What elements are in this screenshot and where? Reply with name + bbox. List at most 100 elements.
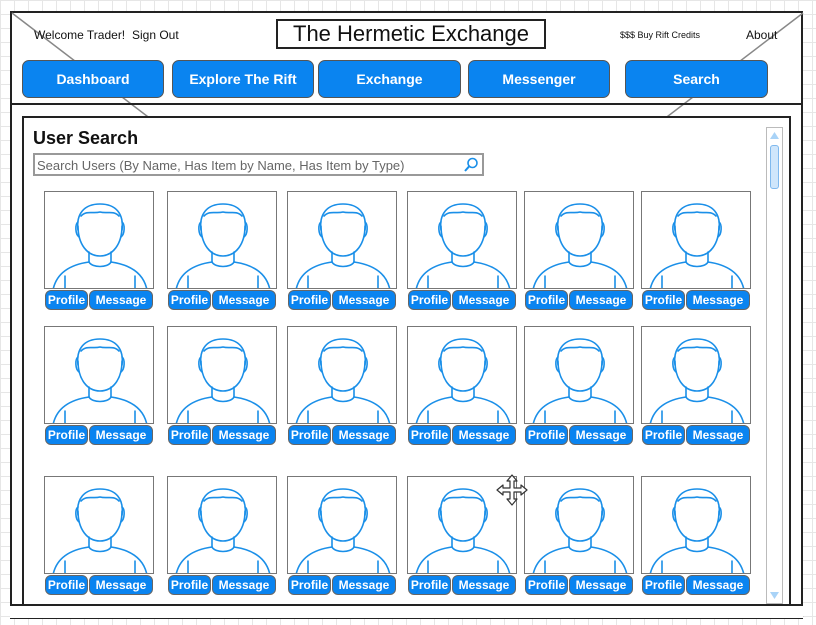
- user-avatar[interactable]: [167, 191, 277, 289]
- user-avatar-icon: [175, 488, 271, 573]
- nav-explore-rift-button[interactable]: Explore The Rift: [172, 60, 314, 98]
- message-button[interactable]: Message: [686, 575, 750, 595]
- user-avatar[interactable]: [44, 326, 154, 424]
- profile-button[interactable]: Profile: [45, 425, 88, 445]
- scroll-up-arrow-icon[interactable]: [768, 129, 781, 143]
- user-avatar[interactable]: [641, 476, 751, 574]
- user-avatar[interactable]: [44, 476, 154, 574]
- user-avatar-icon: [295, 203, 391, 288]
- profile-button[interactable]: Profile: [525, 290, 568, 310]
- user-avatar-icon: [532, 203, 628, 288]
- profile-button[interactable]: Profile: [168, 290, 211, 310]
- user-avatar-icon: [649, 203, 745, 288]
- user-result-card: Profile Message: [44, 191, 156, 313]
- profile-button[interactable]: Profile: [45, 290, 88, 310]
- nav-messenger-button[interactable]: Messenger: [468, 60, 610, 98]
- message-button[interactable]: Message: [332, 290, 396, 310]
- user-result-card: Profile Message: [167, 476, 279, 598]
- user-avatar[interactable]: [641, 191, 751, 289]
- user-avatar-icon: [175, 338, 271, 423]
- profile-button[interactable]: Profile: [642, 425, 685, 445]
- scroll-thumb[interactable]: [770, 145, 779, 189]
- scroll-down-arrow-icon[interactable]: [768, 588, 781, 602]
- user-avatar-icon: [532, 488, 628, 573]
- sign-out-link[interactable]: Sign Out: [132, 28, 179, 42]
- profile-button[interactable]: Profile: [642, 290, 685, 310]
- message-button[interactable]: Message: [212, 575, 276, 595]
- search-input[interactable]: [37, 156, 457, 174]
- header-divider: [10, 103, 803, 105]
- message-button[interactable]: Message: [452, 425, 516, 445]
- message-button[interactable]: Message: [569, 290, 633, 310]
- message-button[interactable]: Message: [89, 290, 153, 310]
- profile-button[interactable]: Profile: [642, 575, 685, 595]
- user-avatar[interactable]: [407, 191, 517, 289]
- profile-button[interactable]: Profile: [408, 290, 451, 310]
- user-avatar-icon: [415, 203, 511, 288]
- page-title: The Hermetic Exchange: [276, 19, 546, 49]
- user-result-card: Profile Message: [167, 191, 279, 313]
- profile-button[interactable]: Profile: [168, 575, 211, 595]
- profile-button[interactable]: Profile: [168, 425, 211, 445]
- nav-exchange-button[interactable]: Exchange: [318, 60, 461, 98]
- user-avatar[interactable]: [641, 326, 751, 424]
- user-avatar[interactable]: [287, 191, 397, 289]
- results-scrollbar[interactable]: [766, 127, 783, 604]
- user-avatar-icon: [295, 488, 391, 573]
- profile-button[interactable]: Profile: [525, 575, 568, 595]
- user-avatar[interactable]: [287, 476, 397, 574]
- nav-dashboard-button[interactable]: Dashboard: [22, 60, 164, 98]
- message-button[interactable]: Message: [332, 425, 396, 445]
- search-field[interactable]: [33, 153, 484, 176]
- search-icon[interactable]: [462, 156, 480, 174]
- user-avatar[interactable]: [167, 326, 277, 424]
- welcome-text: Welcome Trader!: [34, 28, 126, 42]
- user-result-card: Profile Message: [524, 191, 636, 313]
- message-button[interactable]: Message: [212, 425, 276, 445]
- user-avatar[interactable]: [524, 326, 634, 424]
- user-result-card: Profile Message: [167, 326, 279, 448]
- message-button[interactable]: Message: [452, 290, 516, 310]
- user-result-card: Profile Message: [407, 326, 519, 448]
- message-button[interactable]: Message: [686, 290, 750, 310]
- user-avatar[interactable]: [287, 326, 397, 424]
- user-result-card: Profile Message: [524, 476, 636, 598]
- user-avatar-icon: [532, 338, 628, 423]
- user-avatar[interactable]: [167, 476, 277, 574]
- user-avatar-icon: [52, 488, 148, 573]
- profile-button[interactable]: Profile: [288, 425, 331, 445]
- user-result-card: Profile Message: [524, 326, 636, 448]
- profile-button[interactable]: Profile: [45, 575, 88, 595]
- buy-credits-link[interactable]: $$$ Buy Rift Credits: [620, 30, 700, 40]
- user-result-card: Profile Message: [287, 476, 399, 598]
- message-button[interactable]: Message: [212, 290, 276, 310]
- message-button[interactable]: Message: [332, 575, 396, 595]
- profile-button[interactable]: Profile: [408, 425, 451, 445]
- section-title: User Search: [33, 128, 139, 148]
- profile-button[interactable]: Profile: [408, 575, 451, 595]
- message-button[interactable]: Message: [89, 575, 153, 595]
- message-button[interactable]: Message: [452, 575, 516, 595]
- message-button[interactable]: Message: [569, 425, 633, 445]
- message-button[interactable]: Message: [686, 425, 750, 445]
- user-avatar[interactable]: [524, 476, 634, 574]
- user-result-card: Profile Message: [287, 191, 399, 313]
- nav-search-button[interactable]: Search: [625, 60, 768, 98]
- about-link[interactable]: About: [746, 28, 777, 42]
- user-avatar-icon: [649, 338, 745, 423]
- user-avatar-icon: [295, 338, 391, 423]
- profile-button[interactable]: Profile: [288, 575, 331, 595]
- user-avatar-icon: [52, 203, 148, 288]
- profile-button[interactable]: Profile: [525, 425, 568, 445]
- message-button[interactable]: Message: [569, 575, 633, 595]
- user-avatar[interactable]: [407, 326, 517, 424]
- user-avatar-icon: [415, 338, 511, 423]
- user-avatar-icon: [175, 203, 271, 288]
- user-avatar[interactable]: [524, 191, 634, 289]
- message-button[interactable]: Message: [89, 425, 153, 445]
- user-result-card: Profile Message: [44, 326, 156, 448]
- user-avatar[interactable]: [44, 191, 154, 289]
- profile-button[interactable]: Profile: [288, 290, 331, 310]
- user-result-card: Profile Message: [641, 326, 753, 448]
- user-result-card: Profile Message: [641, 476, 753, 598]
